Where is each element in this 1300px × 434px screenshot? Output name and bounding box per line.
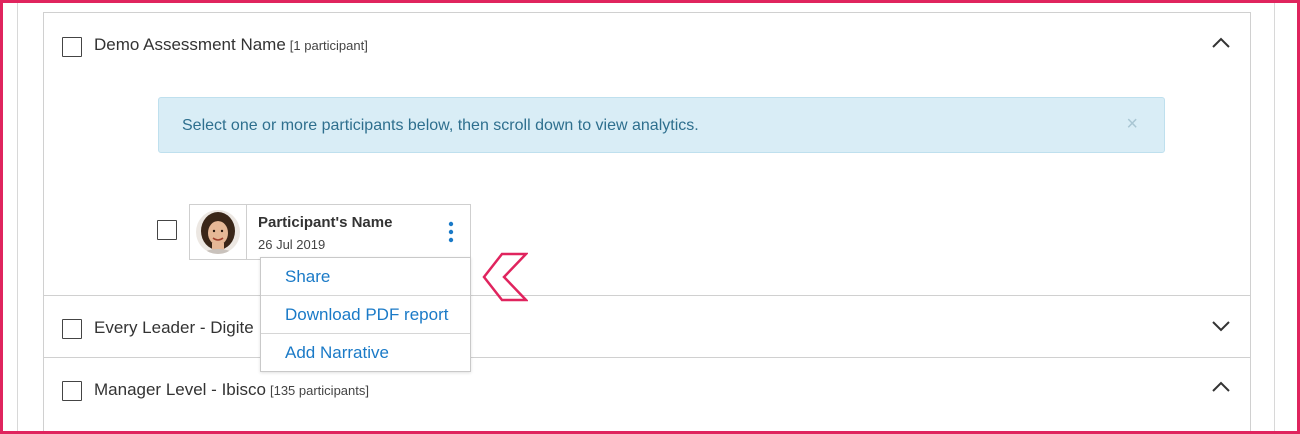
assessment-checkbox[interactable]	[62, 381, 82, 401]
page-right-rule	[1274, 0, 1275, 434]
more-options-icon[interactable]	[448, 221, 454, 243]
chevron-up-icon[interactable]	[1210, 35, 1232, 51]
chevron-up-icon[interactable]	[1210, 379, 1232, 395]
assessment-panel-every-leader: Every Leader - Digite	[43, 295, 1251, 358]
participant-name: Participant's Name	[258, 214, 393, 231]
assessment-name: Manager Level - Ibisco	[94, 380, 266, 399]
assessment-name: Demo Assessment Name	[94, 35, 286, 54]
assessment-checkbox[interactable]	[62, 37, 82, 57]
assessment-count: [1 participant]	[289, 38, 368, 53]
menu-item-share[interactable]: Share	[261, 258, 470, 296]
menu-item-download-pdf-report[interactable]: Download PDF report	[261, 296, 470, 334]
annotation-arrow-icon	[482, 252, 528, 302]
assessment-count: [135 participants]	[269, 383, 369, 398]
assessment-name: Every Leader - Digite	[94, 318, 254, 337]
avatar-photo-icon	[196, 210, 240, 254]
page-left-rule	[17, 0, 18, 434]
assessment-title[interactable]: Every Leader - Digite	[94, 318, 254, 338]
participant-card[interactable]: Participant's Name 26 Jul 2019	[189, 204, 471, 260]
participant-checkbox[interactable]	[157, 220, 177, 240]
info-alert: Select one or more participants below, t…	[158, 97, 1165, 153]
assessment-panel-manager-level: Manager Level - Ibisco [135 participants]	[43, 357, 1251, 434]
alert-message: Select one or more participants below, t…	[182, 117, 699, 134]
close-icon[interactable]: ×	[1126, 114, 1138, 134]
participant-date: 26 Jul 2019	[258, 237, 326, 252]
avatar	[190, 205, 247, 259]
menu-item-add-narrative[interactable]: Add Narrative	[261, 334, 470, 371]
participant-context-menu: Share Download PDF report Add Narrative	[260, 257, 471, 372]
chevron-down-icon[interactable]	[1210, 318, 1232, 334]
assessment-checkbox[interactable]	[62, 319, 82, 339]
assessment-title[interactable]: Manager Level - Ibisco [135 participants]	[94, 380, 369, 400]
assessment-title[interactable]: Demo Assessment Name [1 participant]	[94, 35, 368, 55]
